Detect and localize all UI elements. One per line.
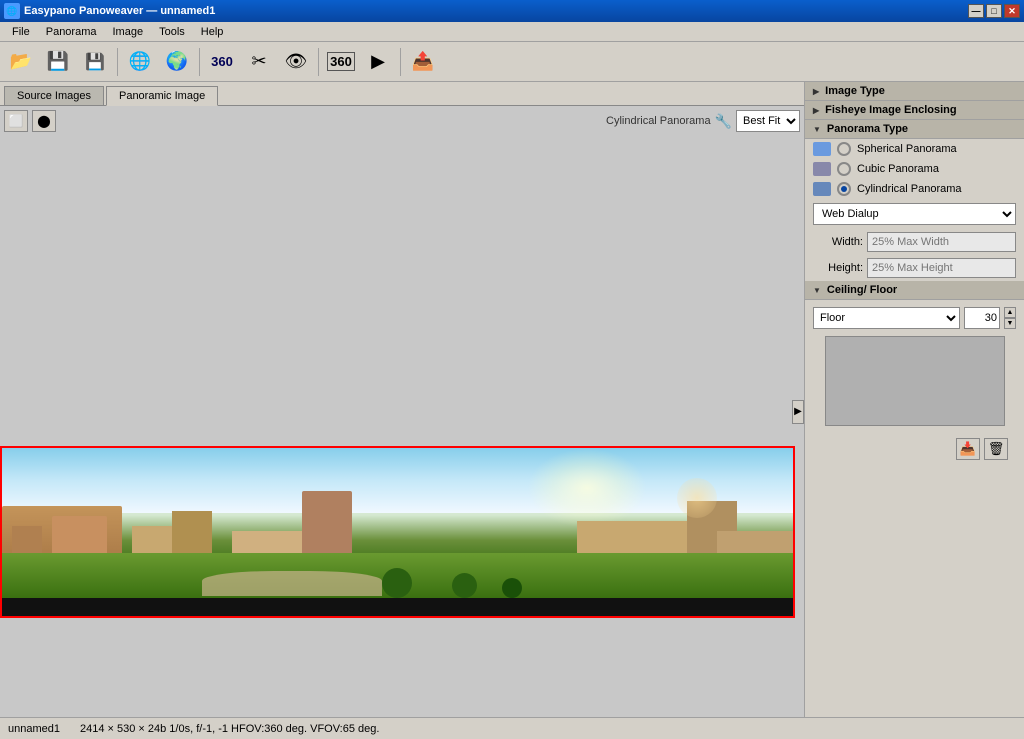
stitch-button[interactable]: ✂ [242, 45, 276, 79]
cylindrical-type-icon [813, 182, 831, 196]
cylindrical-radio[interactable] [837, 182, 851, 196]
app-icon: 🌐 [4, 3, 20, 19]
menu-panorama[interactable]: Panorama [38, 24, 105, 40]
status-dimensions: 2414 × 530 × 24b 1/0s, f/-1, -1 HFOV:360… [80, 723, 379, 735]
image-type-header[interactable]: ▶ Image Type [805, 82, 1024, 101]
black-bar [2, 598, 795, 616]
spin-down[interactable]: ▼ [1004, 318, 1016, 329]
ceiling-section: Floor Ceiling ▲ ▼ 📥 🗑 [805, 300, 1024, 472]
image-type-triangle: ▶ [813, 87, 819, 96]
spherical-radio[interactable] [837, 142, 851, 156]
spherical-type-icon [813, 142, 831, 156]
globe-button-1[interactable]: 🌐 [123, 45, 157, 79]
ceiling-floor-label: Ceiling/ Floor [827, 284, 897, 296]
360b-button[interactable]: 360 [324, 45, 358, 79]
panorama-image [2, 448, 795, 616]
import-button[interactable]: 📥 [956, 438, 980, 460]
open-button[interactable]: 📂 [4, 45, 38, 79]
view-label: Cylindrical Panorama [606, 115, 711, 127]
fit-dropdown[interactable]: Best Fit 100% 50% 25% [736, 110, 800, 132]
quality-dropdown[interactable]: Web Dialup Web Broadband CD-ROM Custom [813, 203, 1016, 225]
fisheye-label: Fisheye Image Enclosing [825, 104, 956, 116]
save-button-1[interactable]: 💾 [41, 45, 75, 79]
spherical-option[interactable]: Spherical Panorama [805, 139, 1024, 159]
delete-button[interactable]: 🗑 [984, 438, 1008, 460]
menu-bar: File Panorama Image Tools Help [0, 22, 1024, 42]
width-input[interactable] [867, 232, 1016, 252]
floor-ceiling-dropdown[interactable]: Floor Ceiling [813, 307, 960, 329]
cylindrical-option[interactable]: Cylindrical Panorama [805, 179, 1024, 199]
title-bar: 🌐 Easypano Panoweaver — unnamed1 — □ ✕ [0, 0, 1024, 22]
tab-panoramic-image[interactable]: Panoramic Image [106, 86, 218, 106]
360-button[interactable]: 360 [205, 45, 239, 79]
menu-file[interactable]: File [4, 24, 38, 40]
menu-tools[interactable]: Tools [151, 24, 193, 40]
height-input[interactable] [867, 258, 1016, 278]
upload-button[interactable]: 📤 [406, 45, 440, 79]
image-type-label: Image Type [825, 85, 885, 97]
panorama-type-triangle: ▼ [813, 125, 821, 134]
fisheye-header[interactable]: ▶ Fisheye Image Enclosing [805, 101, 1024, 120]
cubic-type-icon [813, 162, 831, 176]
main-layout: Source Images Panoramic Image ⬜ ⬤ Cylind… [0, 82, 1024, 717]
width-label: Width: [813, 236, 863, 248]
title-text: Easypano Panoweaver — unnamed1 [24, 5, 215, 17]
spherical-label: Spherical Panorama [857, 143, 957, 155]
maximize-button[interactable]: □ [986, 4, 1002, 18]
ceiling-floor-triangle: ▼ [813, 286, 821, 295]
tab-bar: Source Images Panoramic Image [0, 82, 804, 106]
close-button[interactable]: ✕ [1004, 4, 1020, 18]
panorama-type-label: Panorama Type [827, 123, 908, 135]
panorama-type-header[interactable]: ▼ Panorama Type [805, 120, 1024, 139]
cubic-option[interactable]: Cubic Panorama [805, 159, 1024, 179]
panorama-container [0, 446, 795, 618]
save-button-2[interactable]: 💾 [78, 45, 112, 79]
image-toolbar: ⬜ ⬤ [4, 110, 56, 132]
scroll-right-arrow[interactable]: ▶ [792, 400, 804, 424]
output-button[interactable]: ▶ [361, 45, 395, 79]
sphere-view-button[interactable]: ⬤ [32, 110, 56, 132]
cylindrical-label: Cylindrical Panorama [857, 183, 962, 195]
fisheye-triangle: ▶ [813, 106, 819, 115]
action-buttons: 📥 🗑 [813, 430, 1016, 468]
rect-view-button[interactable]: ⬜ [4, 110, 28, 132]
spin-up[interactable]: ▲ [1004, 307, 1016, 318]
height-label: Height: [813, 262, 863, 274]
tab-source-images[interactable]: Source Images [4, 86, 104, 105]
window-controls: — □ ✕ [968, 4, 1020, 18]
minimize-button[interactable]: — [968, 4, 984, 18]
status-bar: unnamed1 2414 × 530 × 24b 1/0s, f/-1, -1… [0, 717, 1024, 739]
preview-button[interactable]: 👁 [279, 45, 313, 79]
toolbar: 📂 💾 💾 🌐 🌍 360 ✂ 👁 360 ▶ 📤 [0, 42, 1024, 82]
right-panel: ▶ Image Type ▶ Fisheye Image Enclosing ▼… [804, 82, 1024, 717]
image-fit-bar: Cylindrical Panorama 🔧 Best Fit 100% 50%… [606, 110, 800, 132]
spin-buttons: ▲ ▼ [1004, 307, 1016, 329]
ceiling-controls: Floor Ceiling ▲ ▼ [813, 304, 1016, 332]
menu-image[interactable]: Image [105, 24, 152, 40]
fit-icon: 🔧 [715, 113, 732, 130]
cubic-label: Cubic Panorama [857, 163, 939, 175]
cubic-radio[interactable] [837, 162, 851, 176]
globe-button-2[interactable]: 🌍 [160, 45, 194, 79]
left-panel: Source Images Panoramic Image ⬜ ⬤ Cylind… [0, 82, 804, 717]
menu-help[interactable]: Help [193, 24, 232, 40]
ceiling-preview [825, 336, 1005, 426]
image-area: ⬜ ⬤ Cylindrical Panorama 🔧 Best Fit 100%… [0, 106, 804, 717]
ceiling-floor-header[interactable]: ▼ Ceiling/ Floor [805, 281, 1024, 300]
status-filename: unnamed1 [8, 723, 60, 735]
floor-value-input[interactable] [964, 307, 1000, 329]
